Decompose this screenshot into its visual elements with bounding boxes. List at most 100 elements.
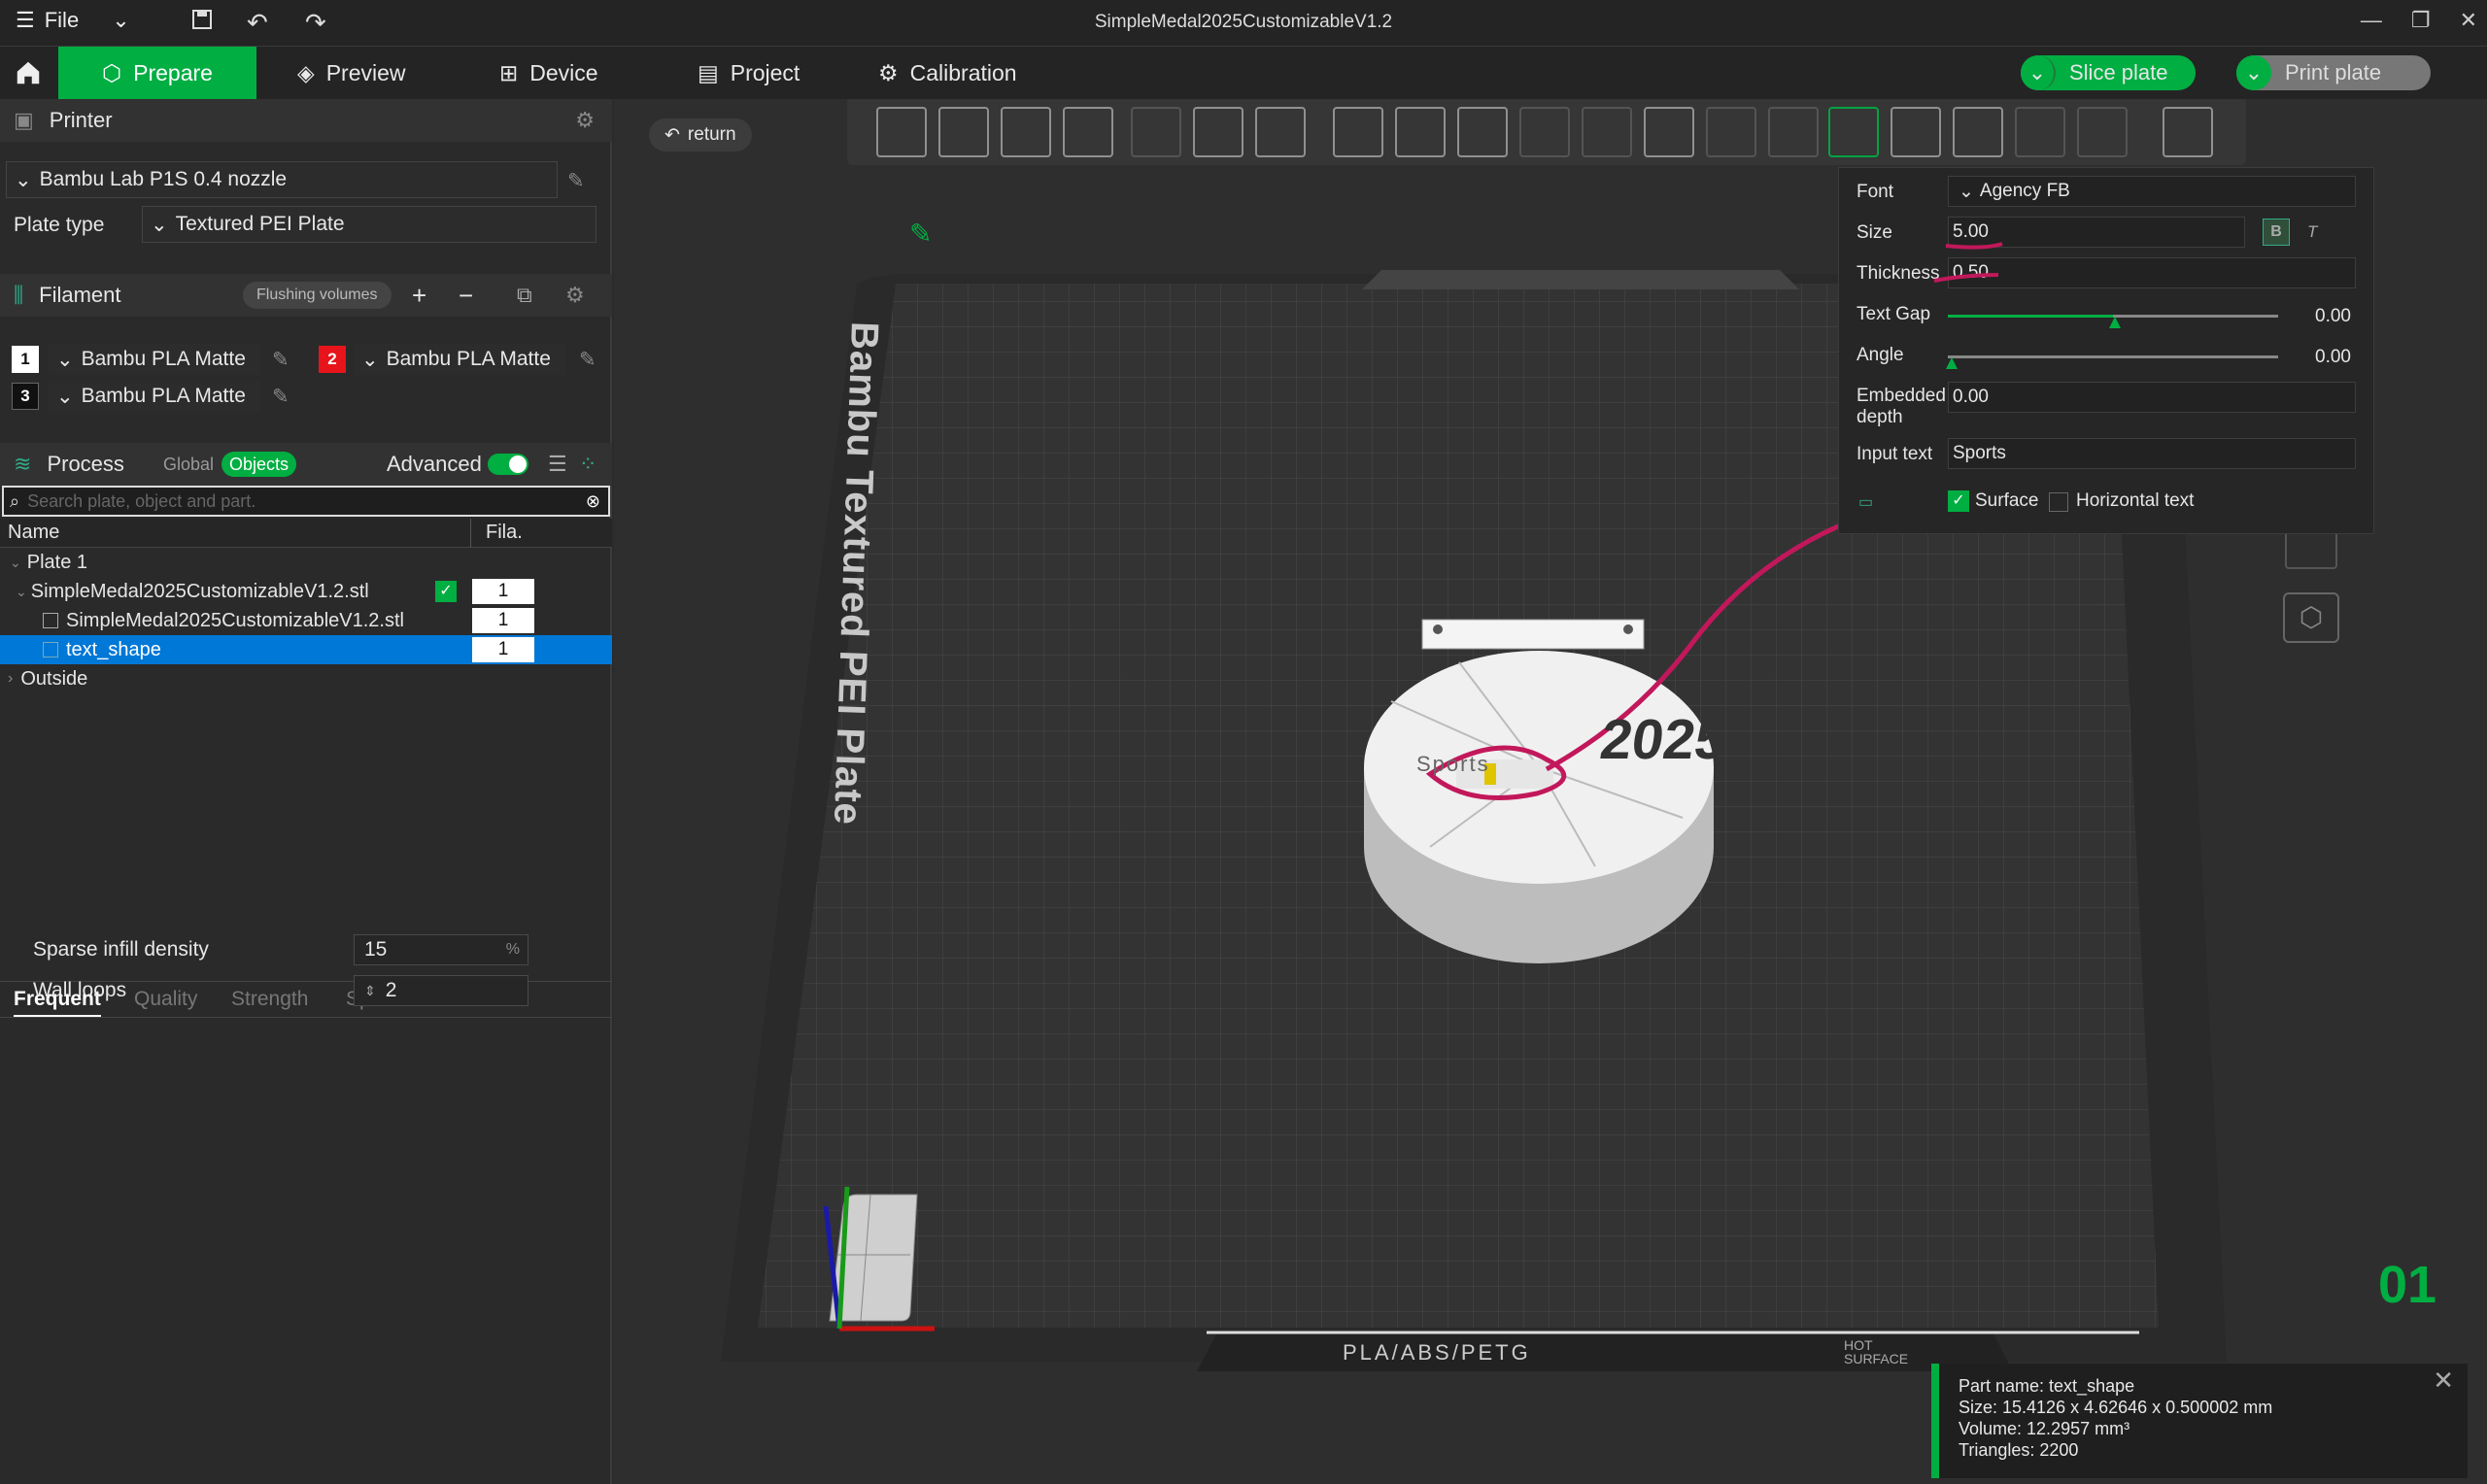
text-shape-fila-value[interactable]: 1	[472, 637, 534, 662]
filament-3-badge[interactable]: 3	[12, 383, 39, 410]
add-plate-icon[interactable]	[938, 107, 989, 157]
text-style-icon[interactable]: ▭	[1858, 492, 1873, 512]
part-name-text: Part name: text_shape	[1959, 1376, 2135, 1396]
angle-value[interactable]: 0.00	[2315, 347, 2351, 368]
filament-1-dropdown[interactable]: ⌄ Bambu PLA Matte	[49, 344, 260, 375]
tree-row-outside[interactable]: › Outside	[0, 664, 612, 693]
slice-dropdown-icon[interactable]: ⌄	[2021, 55, 2056, 90]
cut-icon[interactable]	[1582, 107, 1632, 157]
tab-quality[interactable]: Quality	[134, 988, 197, 1011]
process-compare-icon[interactable]: ⁘	[579, 452, 596, 477]
slider-thumb[interactable]	[1946, 357, 1958, 369]
surface-checkbox[interactable]: ✓	[1948, 490, 1969, 512]
split-parts-icon[interactable]	[1193, 107, 1244, 157]
move-icon[interactable]	[1333, 107, 1383, 157]
plate-type-dropdown[interactable]: ⌄ Textured PEI Plate	[142, 206, 596, 243]
bold-button[interactable]: B	[2263, 219, 2290, 246]
print-dropdown-icon[interactable]: ⌄	[2236, 55, 2271, 90]
stepper-arrows-icon[interactable]: ⇕	[364, 983, 376, 999]
printer-preset-dropdown[interactable]: ⌄ Bambu Lab P1S 0.4 nozzle	[6, 161, 558, 198]
text-tool-icon[interactable]	[1828, 107, 1879, 157]
tree-row-part[interactable]: SimpleMedal2025CustomizableV1.2.stl 1	[0, 606, 612, 635]
filament-3-dropdown[interactable]: ⌄ Bambu PLA Matte	[49, 381, 260, 412]
advanced-switch[interactable]	[488, 454, 528, 475]
measure-icon[interactable]	[1953, 107, 2003, 157]
edit-pen-icon[interactable]: ✎	[909, 218, 932, 250]
edit-filament-2-icon[interactable]: ✎	[579, 348, 596, 372]
split-objects-icon[interactable]	[1131, 107, 1181, 157]
arrange-icon[interactable]	[1063, 107, 1113, 157]
support-paint-icon[interactable]	[1706, 107, 1756, 157]
home-icon[interactable]	[14, 47, 52, 99]
tab-strength[interactable]: Strength	[231, 988, 308, 1011]
lay-on-face-icon[interactable]	[1519, 107, 1570, 157]
explode-icon[interactable]	[2163, 107, 2213, 157]
slice-plate-button[interactable]: ⌄ Slice plate	[2021, 55, 2196, 90]
scale-icon[interactable]	[1457, 107, 1508, 157]
printer-settings-gear-icon[interactable]: ⚙	[575, 108, 595, 133]
sparse-infill-input[interactable]: 15 %	[354, 934, 528, 965]
font-dropdown[interactable]: ⌄ Agency FB	[1948, 176, 2356, 207]
color-paint-icon[interactable]	[1891, 107, 1941, 157]
seam-paint-icon[interactable]	[1768, 107, 1819, 157]
tree-row-plate[interactable]: ⌄ Plate 1	[0, 548, 612, 577]
filament-1-badge[interactable]: 1	[12, 346, 39, 373]
text-gap-value[interactable]: 0.00	[2315, 306, 2351, 327]
italic-button[interactable]: T	[2307, 222, 2317, 242]
close-info-icon[interactable]: ✕	[2433, 1367, 2454, 1393]
horizontal-text-checkbox[interactable]	[2049, 492, 2068, 512]
tab-preview[interactable]: ◈ Preview	[297, 47, 406, 99]
flushing-volumes-button[interactable]: Flushing volumes	[243, 282, 392, 309]
input-text-label: Input text	[1857, 444, 1933, 464]
restore-icon[interactable]: ❐	[2411, 8, 2431, 33]
auto-orient-icon[interactable]	[1001, 107, 1051, 157]
tab-calibration[interactable]: ⚙ Calibration	[878, 47, 1017, 99]
rotate-icon[interactable]	[1395, 107, 1446, 157]
clear-search-icon[interactable]: ⊗	[586, 491, 600, 512]
slider-thumb[interactable]	[2109, 317, 2121, 328]
filament-2-dropdown[interactable]: ⌄ Bambu PLA Matte	[354, 344, 565, 375]
part-fila-value[interactable]: 1	[472, 608, 534, 633]
process-list-icon[interactable]: ☰	[548, 452, 567, 477]
fit-icon[interactable]	[2077, 107, 2128, 157]
embedded-depth-input[interactable]: 0.00	[1948, 382, 2356, 413]
tab-project[interactable]: ▤ Project	[698, 47, 800, 99]
tree-row-object[interactable]: ⌄ SimpleMedal2025CustomizableV1.2.stl ✓ …	[0, 577, 612, 606]
edit-filament-3-icon[interactable]: ✎	[272, 385, 290, 409]
search-input[interactable]: Search plate, object and part.	[27, 491, 256, 512]
thickness-input[interactable]: 0.50	[1948, 257, 2356, 288]
edit-printer-icon[interactable]: ✎	[567, 169, 585, 193]
remove-filament-icon[interactable]: −	[459, 281, 473, 311]
input-text-field[interactable]: Sports	[1948, 438, 2356, 469]
filament-settings-gear-icon[interactable]: ⚙	[565, 283, 585, 308]
return-button[interactable]: ↶ return	[649, 118, 752, 152]
object-fila-value[interactable]: 1	[472, 579, 534, 604]
tab-prepare[interactable]: ⬡ Prepare	[58, 47, 256, 99]
object-visible-checkbox[interactable]: ✓	[435, 581, 457, 602]
add-filament-icon[interactable]: +	[412, 281, 426, 311]
filament-2-badge[interactable]: 2	[319, 346, 346, 373]
text-gap-slider[interactable]	[1948, 315, 2278, 328]
filament-sync-icon[interactable]: ⧉	[517, 283, 532, 308]
size-input[interactable]: 5.00	[1948, 217, 2245, 248]
print-plate-button[interactable]: ⌄ Print plate	[2236, 55, 2431, 90]
boolean-icon[interactable]	[1644, 107, 1694, 157]
wall-loops-stepper[interactable]: ⇕ 2	[354, 975, 528, 1006]
assembly-icon[interactable]	[2015, 107, 2065, 157]
minimize-icon[interactable]: —	[2361, 8, 2382, 33]
tree-row-text-shape[interactable]: text_shape 1	[0, 635, 612, 664]
chevron-down-icon[interactable]: ⌄	[16, 584, 27, 600]
tab-device[interactable]: ⊞ Device	[499, 47, 598, 99]
layers-edit-icon[interactable]	[1255, 107, 1306, 157]
close-icon[interactable]: ✕	[2460, 8, 2477, 33]
chevron-down-icon[interactable]: ⌄	[10, 555, 21, 571]
text-shape-icon	[43, 642, 58, 658]
edit-filament-1-icon[interactable]: ✎	[272, 348, 290, 372]
search-bar[interactable]: ⌕ Search plate, object and part. ⊗	[2, 486, 610, 517]
global-toggle[interactable]: Global	[163, 455, 214, 475]
add-object-icon[interactable]	[876, 107, 927, 157]
plate-settings-icon[interactable]: ⬡	[2283, 592, 2339, 643]
chevron-right-icon[interactable]: ›	[8, 670, 13, 688]
objects-toggle[interactable]: Objects	[221, 452, 297, 477]
angle-slider[interactable]	[1946, 355, 2278, 369]
